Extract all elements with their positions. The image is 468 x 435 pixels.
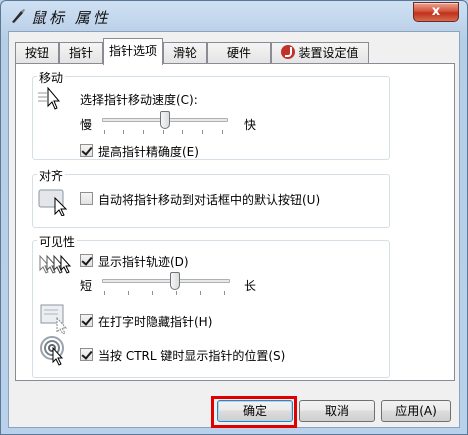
trails-tick	[128, 291, 129, 295]
snap-to-default-icon	[38, 186, 70, 216]
snap-to-group-title: 对齐	[37, 167, 66, 184]
speed-label: 选择指针移动速度(C):	[80, 93, 198, 107]
speed-tick	[163, 130, 164, 134]
trails-tick	[224, 291, 225, 295]
tab-device-settings[interactable]: 装置设定值	[271, 42, 369, 64]
close-icon: x	[431, 4, 441, 19]
speed-tick	[182, 130, 183, 134]
dialog-client-area: 按钮 指针 指针选项 滑轮 硬件 装置设定值 移动 选择指针移动速度(C): 慢…	[8, 31, 460, 428]
show-location-label: 当按 CTRL 键时显示指针的位置(S)	[98, 349, 286, 363]
trails-slider-track	[102, 279, 230, 283]
speed-tick	[202, 130, 203, 134]
motion-group-title: 移动	[37, 69, 66, 86]
hide-while-typing-icon	[40, 304, 70, 334]
trails-slider-thumb[interactable]	[170, 272, 181, 290]
snap-to-label: 自动将指针移动到对话框中的默认按钮(U)	[98, 193, 321, 207]
show-location-checkbox[interactable]	[80, 348, 93, 361]
speed-slider-thumb[interactable]	[160, 111, 170, 129]
speed-tick	[104, 130, 105, 134]
mouse-properties-dialog: 鼠标 属性 x 按钮 指针 指针选项 滑轮 硬件 装置设定值 移动 选择指针移动…	[0, 0, 468, 435]
tab-pointer-options[interactable]: 指针选项	[103, 38, 163, 65]
pointer-trails-label: 显示指针轨迹(D)	[98, 255, 189, 269]
long-label: 长	[244, 279, 257, 293]
slow-label: 慢	[80, 118, 93, 132]
tab-device-settings-label: 装置设定值	[298, 46, 359, 60]
trails-tick	[152, 291, 153, 295]
cancel-button[interactable]: 取消	[299, 400, 375, 422]
show-location-icon	[40, 336, 70, 366]
pointer-trails-checkbox[interactable]	[80, 254, 93, 267]
close-button[interactable]: x	[413, 2, 459, 22]
fast-label: 快	[244, 118, 257, 132]
visibility-group-title: 可见性	[37, 233, 78, 250]
short-label: 短	[80, 279, 93, 293]
title-bar: 鼠标 属性 x	[1, 1, 467, 31]
speed-tick	[143, 130, 144, 134]
pointer-options-panel: 移动 选择指针移动速度(C): 慢 快 提高指针精确度(E) 对齐 自动将指针移…	[15, 63, 455, 381]
tab-wheel[interactable]: 滑轮	[163, 42, 207, 64]
apply-button[interactable]: 应用(A)	[381, 400, 451, 422]
hide-while-typing-label: 在打字时隐藏指针(H)	[98, 315, 213, 329]
speed-tick	[123, 130, 124, 134]
synaptics-icon	[281, 45, 296, 59]
trails-tick	[104, 291, 105, 295]
speed-tick	[222, 130, 223, 134]
tab-buttons[interactable]: 按钮	[15, 42, 59, 64]
tab-strip: 按钮 指针 指针选项 滑轮 硬件 装置设定值	[15, 38, 455, 65]
tab-pointers[interactable]: 指针	[59, 42, 103, 64]
window-title: 鼠标 属性	[31, 9, 111, 27]
trails-slider[interactable]	[102, 271, 232, 299]
mouse-icon	[9, 7, 27, 25]
enhance-precision-checkbox[interactable]	[80, 144, 93, 157]
ok-button-highlight	[211, 396, 297, 428]
enhance-precision-label: 提高指针精确度(E)	[98, 145, 199, 159]
trails-tick	[176, 291, 177, 295]
trails-tick	[200, 291, 201, 295]
hide-while-typing-checkbox[interactable]	[80, 314, 93, 327]
pointer-trails-icon	[38, 252, 72, 280]
speed-slider[interactable]	[102, 110, 230, 138]
snap-to-checkbox[interactable]	[80, 192, 93, 205]
tab-hardware[interactable]: 硬件	[207, 42, 271, 64]
pointer-speed-icon	[38, 86, 64, 112]
